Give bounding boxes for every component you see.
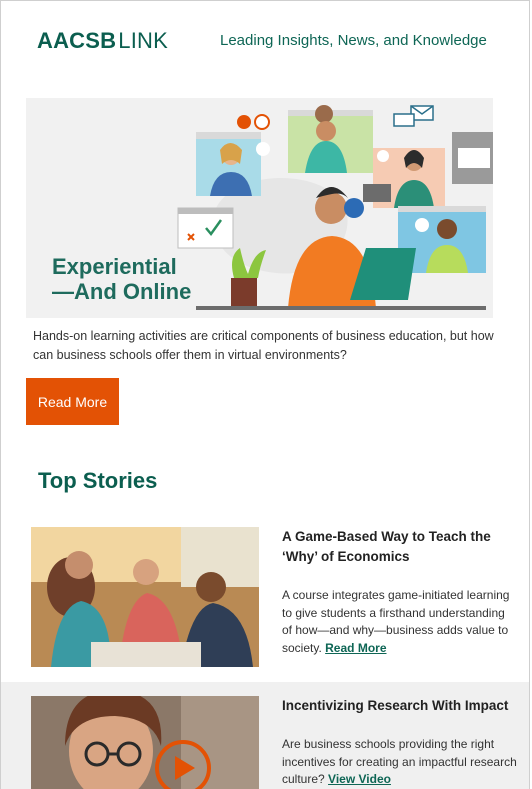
story-summary: Are business schools providing the right…: [282, 737, 517, 786]
header-tagline: Leading Insights, News, and Knowledge: [220, 32, 487, 49]
video-tile-woman-laptop: [363, 148, 445, 208]
story-title[interactable]: Incentivizing Research With Impact: [282, 696, 518, 716]
aacsb-link-logo[interactable]: AACSB LINK: [37, 28, 168, 54]
email-header: AACSB LINK Leading Insights, News, and K…: [1, 1, 529, 81]
video-tile-man-top: [288, 105, 373, 173]
email-frame: AACSB LINK Leading Insights, News, and K…: [0, 0, 530, 789]
story-video-thumbnail[interactable]: [31, 696, 259, 789]
story-summary: A course integrates game-initiated learn…: [282, 588, 510, 655]
story-view-video-link[interactable]: View Video: [328, 772, 391, 786]
story-item-economics: A Game-Based Way to Teach the ‘Why’ of E…: [1, 511, 529, 681]
hero-banner[interactable]: Experiential —And Online: [26, 98, 493, 318]
read-more-button[interactable]: Read More: [26, 378, 119, 425]
hero-description: Hands-on learning activities are critica…: [33, 329, 494, 362]
story-title[interactable]: A Game-Based Way to Teach the ‘Why’ of E…: [282, 527, 518, 567]
checklist-icon: [177, 207, 234, 249]
story-read-more-link[interactable]: Read More: [325, 641, 386, 655]
icons-top-left: [237, 114, 270, 130]
video-tile-woman-left: [196, 132, 270, 196]
hero-title: Experiential —And Online: [52, 254, 192, 304]
story-item-research: Incentivizing Research With Impact Are b…: [1, 682, 529, 789]
story-thumbnail-students[interactable]: [31, 527, 259, 667]
chat-window-icon: [452, 132, 493, 184]
mail-icon: [393, 105, 434, 127]
top-stories-heading: Top Stories: [38, 468, 158, 493]
